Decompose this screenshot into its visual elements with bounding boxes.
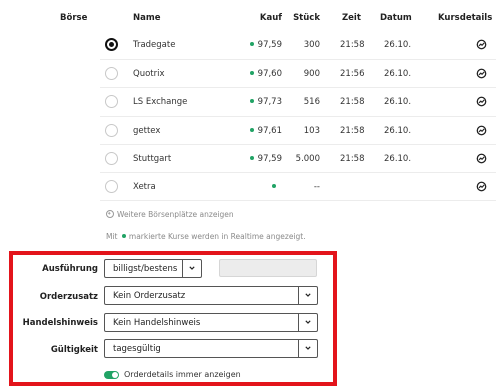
row-datum: 26.10. xyxy=(384,154,412,164)
header-stueck: Stück xyxy=(293,13,320,23)
row-datum: 26.10. xyxy=(384,97,412,107)
ausfuehrung-select[interactable]: billigst/bestens xyxy=(104,259,202,278)
orderzusatz-select[interactable]: Kein Orderzusatz xyxy=(104,286,318,305)
realtime-dot xyxy=(272,184,276,188)
dropdown-button[interactable] xyxy=(298,340,317,357)
row-stueck: 900 xyxy=(303,69,320,79)
radio-xetra[interactable] xyxy=(105,180,118,193)
row-stueck: 5.000 xyxy=(295,154,320,164)
chevron-down-icon xyxy=(189,266,195,270)
row-divider xyxy=(100,200,496,201)
orderdetails-toggle-label[interactable]: Orderdetails immer anzeigen xyxy=(124,370,241,379)
radio-stuttgart[interactable] xyxy=(105,152,118,165)
radio-quotrix[interactable] xyxy=(105,67,118,80)
row-zeit: 21:58 xyxy=(340,154,365,164)
header-boerse: Börse xyxy=(60,13,88,23)
realtime-dot xyxy=(249,128,254,132)
row-datum: 26.10. xyxy=(384,126,412,136)
row-kauf: 97,73 xyxy=(228,97,282,107)
radio-ls-exchange[interactable] xyxy=(105,95,118,108)
row-kauf: 97,61 xyxy=(228,126,282,136)
header-datum: Datum xyxy=(380,13,412,23)
row-name: Tradegate xyxy=(133,40,176,50)
realtime-dot xyxy=(249,99,254,103)
gueltigkeit-value: tagesgültig xyxy=(113,344,161,354)
handelshinweis-select[interactable]: Kein Handelshinweis xyxy=(104,313,318,332)
orderzusatz-value: Kein Orderzusatz xyxy=(113,291,186,301)
row-name: Quotrix xyxy=(133,69,165,79)
more-exchanges-link[interactable]: Weitere Börsenplätze anzeigen xyxy=(106,210,234,219)
row-name: gettex xyxy=(133,126,161,136)
table-row-xetra[interactable]: Xetra -- xyxy=(0,173,500,200)
orderdetails-toggle[interactable] xyxy=(104,371,119,379)
ausfuehrung-value: billigst/bestens xyxy=(113,264,178,274)
table-row-stuttgart[interactable]: Stuttgart 97,59 5.000 21:58 26.10. xyxy=(0,145,500,172)
chart-icon[interactable] xyxy=(476,96,487,107)
table-row-tradegate[interactable]: Tradegate 97,59 300 21:58 26.10. xyxy=(0,32,500,59)
chart-icon[interactable] xyxy=(476,68,487,79)
row-stueck: -- xyxy=(313,182,320,192)
realtime-note: Mit markierte Kurse werden in Realtime a… xyxy=(106,232,306,241)
row-zeit: 21:58 xyxy=(340,126,365,136)
header-kursdetails: Kursdetails xyxy=(438,13,493,23)
realtime-dot xyxy=(121,234,126,238)
gueltigkeit-label: Gültigkeit xyxy=(50,345,98,355)
plus-circle-icon xyxy=(106,210,114,218)
row-stueck: 516 xyxy=(303,97,320,107)
row-name: Xetra xyxy=(133,182,156,192)
chart-icon[interactable] xyxy=(476,39,487,50)
row-zeit: 21:58 xyxy=(340,97,365,107)
dropdown-button[interactable] xyxy=(182,260,201,277)
chevron-down-icon xyxy=(305,346,311,350)
row-stueck: 103 xyxy=(303,126,320,136)
realtime-dot xyxy=(249,71,254,75)
row-kauf: 97,59 xyxy=(228,40,282,50)
handelshinweis-label: Handelshinweis xyxy=(22,318,98,328)
row-name: Stuttgart xyxy=(133,154,172,164)
gueltigkeit-select[interactable]: tagesgültig xyxy=(104,339,318,358)
header-zeit: Zeit xyxy=(342,13,361,23)
realtime-dot xyxy=(249,42,254,46)
row-name: LS Exchange xyxy=(133,97,188,107)
handelshinweis-value: Kein Handelshinweis xyxy=(113,318,201,328)
row-kauf: 97,59 xyxy=(228,154,282,164)
ausfuehrung-label: Ausführung xyxy=(42,264,98,274)
realtime-dot xyxy=(249,156,254,160)
table-row-gettex[interactable]: gettex 97,61 103 21:58 26.10. xyxy=(0,117,500,144)
row-stueck: 300 xyxy=(303,40,320,50)
header-name: Name xyxy=(133,13,161,23)
row-zeit: 21:58 xyxy=(340,40,365,50)
row-zeit: 21:56 xyxy=(340,69,365,79)
limit-input-disabled xyxy=(219,259,317,277)
orderzusatz-label: Orderzusatz xyxy=(39,292,98,302)
row-datum: 26.10. xyxy=(384,40,412,50)
table-row-ls-exchange[interactable]: LS Exchange 97,73 516 21:58 26.10. xyxy=(0,88,500,115)
chart-icon[interactable] xyxy=(476,181,487,192)
radio-tradegate[interactable] xyxy=(105,38,118,51)
table-row-quotrix[interactable]: Quotrix 97,60 900 21:56 26.10. xyxy=(0,60,500,87)
row-kauf xyxy=(228,182,282,192)
radio-gettex[interactable] xyxy=(105,124,118,137)
dropdown-button[interactable] xyxy=(298,314,317,331)
chevron-down-icon xyxy=(305,293,311,297)
row-datum: 26.10. xyxy=(384,69,412,79)
chart-icon[interactable] xyxy=(476,153,487,164)
header-kauf: Kauf xyxy=(259,13,282,23)
chart-icon[interactable] xyxy=(476,125,487,136)
row-kauf: 97,60 xyxy=(228,69,282,79)
dropdown-button[interactable] xyxy=(298,287,317,304)
chevron-down-icon xyxy=(305,320,311,324)
